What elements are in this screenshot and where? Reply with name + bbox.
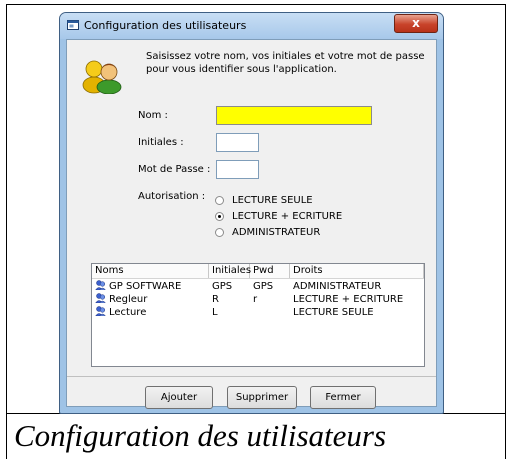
cell-droits: LECTURE SEULE [293,307,374,318]
radio-label-administrateur: ADMINISTRATEUR [232,226,321,238]
table-row[interactable]: Lecture L LECTURE SEULE [92,306,424,319]
cell-pwd: r [253,294,258,305]
close-button[interactable]: x [394,14,438,33]
window-title: Configuration des utilisateurs [84,19,247,32]
users-list[interactable]: Noms Initiales Pwd Droits GP SOFTWARE GP… [91,263,425,367]
cell-droits: LECTURE + ECRITURE [293,294,404,305]
user-row-icon [95,280,106,290]
table-row[interactable]: GP SOFTWARE GPS GPS ADMINISTRATEUR [92,280,424,293]
column-header-pwd[interactable]: Pwd [250,264,290,278]
cell-droits: ADMINISTRATEUR [293,281,382,292]
column-header-droits[interactable]: Droits [290,264,424,278]
supprimer-button[interactable]: Supprimer [227,386,297,409]
cell-nom: Regleur [92,293,209,306]
user-row-icon [95,306,106,316]
nom-label: Nom : [138,110,168,121]
cell-nom-text: Lecture [109,307,147,318]
configuration-window: Configuration des utilisateurs x Saisiss… [59,12,444,414]
cell-nom-text: Regleur [109,294,148,305]
initiales-label: Initiales : [138,137,184,148]
intro-line-2: pour vous identifier sous l'application. [146,64,337,75]
cell-nom-text: GP SOFTWARE [109,281,182,292]
nom-input[interactable] [216,106,372,125]
radio-button[interactable] [215,227,224,237]
radio-lecture-seule[interactable]: LECTURE SEULE [215,193,313,207]
window-app-icon [67,20,79,30]
radio-button[interactable] [215,195,224,205]
radio-label-lecture-ecriture: LECTURE + ECRITURE [232,210,343,222]
mot-de-passe-label: Mot de Passe : [138,164,211,175]
cell-pwd: GPS [253,281,274,292]
radio-button-checked[interactable] [215,211,224,221]
radio-lecture-ecriture[interactable]: LECTURE + ECRITURE [215,209,342,223]
ajouter-button[interactable]: Ajouter [145,386,213,409]
radio-administrateur[interactable]: ADMINISTRATEUR [215,225,320,239]
dialog-client-area: Saisissez votre nom, vos initiales et vo… [66,39,437,409]
frame-right-line [505,4,506,459]
user-row-icon [95,293,106,303]
radio-label-lecture-seule: LECTURE SEULE [232,194,313,206]
column-header-initiales[interactable]: Initiales [209,264,251,278]
list-header: Noms Initiales Pwd Droits [92,264,424,279]
figure-caption: Configuration des utilisateurs [14,418,387,453]
intro-line-1: Saisissez votre nom, vos initiales et vo… [146,51,425,62]
mot-de-passe-input[interactable] [216,160,259,179]
frame-left-line [6,4,7,459]
users-icon [82,60,122,94]
fermer-button[interactable]: Fermer [310,386,376,409]
intro-text: Saisissez votre nom, vos initiales et vo… [146,50,426,76]
title-bar[interactable]: Configuration des utilisateurs x [60,13,443,39]
initiales-input[interactable] [216,133,259,152]
cell-initiales: GPS [212,281,233,292]
cell-pwd [250,306,290,319]
button-separator [67,376,436,377]
cell-initiales: R [212,294,219,305]
frame-top-line [6,4,506,5]
cell-nom: Lecture [92,306,209,319]
cell-nom: GP SOFTWARE [92,280,209,293]
table-row[interactable]: Regleur R r LECTURE + ECRITURE [92,293,424,306]
autorisation-label: Autorisation : [138,191,206,202]
column-header-noms[interactable]: Noms [92,264,209,278]
cell-initiales: L [212,307,218,318]
